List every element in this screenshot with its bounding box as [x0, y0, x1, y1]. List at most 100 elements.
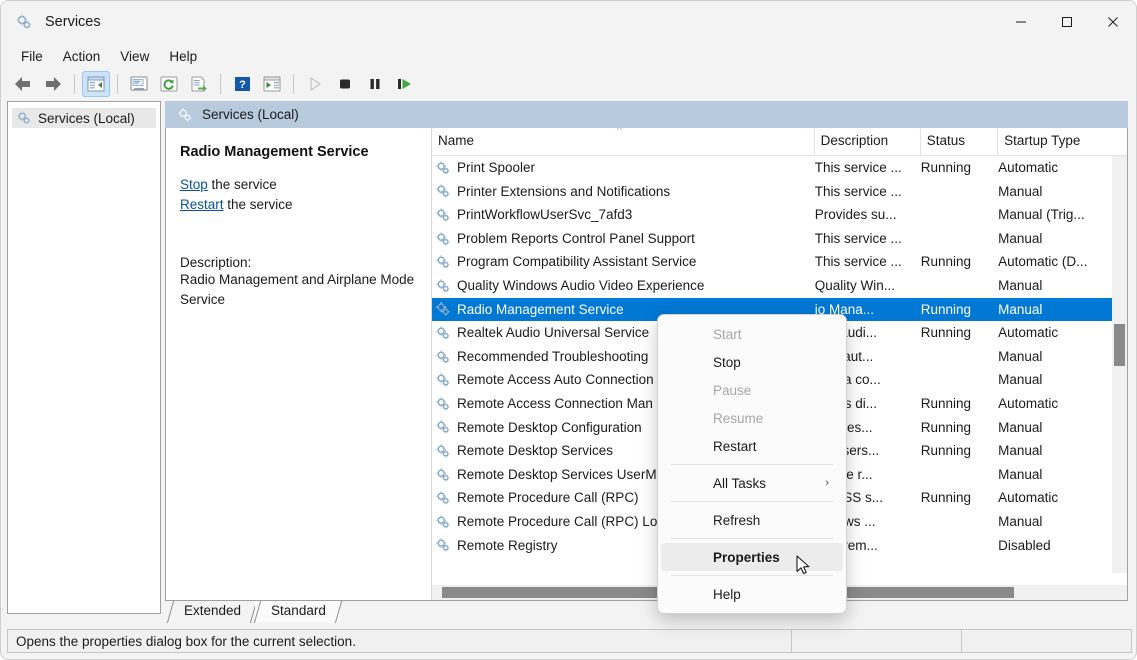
cell-status — [921, 510, 998, 534]
services-gear-icon — [17, 111, 31, 125]
cell-description: This service ... — [814, 160, 902, 175]
cell-startup-type: Manual — [998, 372, 1043, 388]
restart-service-line: Restart the service — [180, 195, 417, 215]
tree-icon — [87, 76, 105, 92]
menu-item-help[interactable]: Help — [159, 46, 207, 67]
cell-startup-type: Manual — [998, 419, 1043, 435]
back-button[interactable] — [9, 71, 37, 97]
status-bar-cell-2 — [961, 629, 1131, 653]
table-row[interactable]: Print Spooler This service ... Running Auto… — [432, 156, 1127, 180]
cell-startup-type: Manual — [998, 443, 1043, 459]
stop-service-button[interactable] — [331, 71, 359, 97]
service-name: Realtek Audio Universal Service — [457, 325, 650, 341]
cell-status — [921, 227, 998, 251]
cell-status — [921, 345, 998, 369]
show-hide-action-pane-button[interactable] — [258, 71, 286, 97]
cell-status — [921, 368, 998, 392]
minimize-button[interactable] — [998, 1, 1044, 43]
menu-item-view[interactable]: View — [110, 46, 159, 67]
table-row[interactable]: Quality Windows Audio Video Experience Qu… — [432, 274, 1127, 298]
column-header-name[interactable]: Name ^ — [432, 128, 815, 156]
context-menu-item-start: Start — [661, 320, 843, 348]
service-gear-icon — [436, 373, 450, 387]
cell-status: Running — [920, 490, 972, 506]
context-menu-item-label: Properties — [713, 549, 780, 565]
service-name: Remote Access Connection Man — [457, 395, 653, 411]
export-list-button[interactable] — [185, 71, 213, 97]
table-row[interactable]: PrintWorkflowUserSvc_7afd3 Provides su...… — [432, 203, 1127, 227]
description-text: Radio Management and Airplane Mode Servi… — [180, 272, 415, 307]
table-row[interactable]: Printer Extensions and Notifications This… — [432, 180, 1127, 204]
column-header-startup-type[interactable]: Startup Type — [998, 128, 1127, 156]
window-title: Services — [45, 14, 101, 30]
show-hide-console-tree-button[interactable] — [82, 71, 110, 97]
service-gear-icon — [436, 467, 450, 481]
restart-service-suffix: the service — [223, 197, 293, 212]
cell-description: This service ... — [814, 183, 902, 199]
help-icon: ? — [234, 77, 250, 91]
stop-service-link[interactable]: Stop — [180, 177, 208, 192]
cell-status: Running — [920, 325, 972, 341]
panes: Services (Local) Services (Local) Radio … — [7, 101, 1132, 628]
column-header-description[interactable]: Description — [815, 128, 921, 156]
context-menu-item-properties[interactable]: Properties — [661, 543, 843, 571]
table-row[interactable]: Program Compatibility Assistant Service T… — [432, 250, 1127, 274]
context-menu-item-all-tasks[interactable]: All Tasks › — [661, 469, 843, 497]
service-name: Quality Windows Audio Video Experience — [457, 277, 705, 293]
cell-name: Printer Extensions and Notifications — [432, 180, 815, 204]
help-button[interactable]: ? — [228, 71, 256, 97]
service-name: Radio Management Service — [457, 301, 624, 317]
properties-button[interactable] — [125, 71, 153, 97]
table-row[interactable]: Problem Reports Control Panel Support Thi… — [432, 227, 1127, 251]
status-bar-text: Opens the properties dialog box for the … — [16, 633, 356, 649]
context-menu-item-stop[interactable]: Stop — [661, 348, 843, 376]
restart-service-button[interactable] — [391, 71, 419, 97]
restart-icon — [398, 79, 411, 89]
list-vertical-scroll-thumb[interactable] — [1114, 324, 1125, 366]
start-service-button[interactable] — [301, 71, 329, 97]
context-menu-item-restart[interactable]: Restart — [661, 432, 843, 460]
service-gear-icon — [436, 491, 450, 505]
tabstrip-fill — [423, 101, 1128, 128]
tab-extended[interactable]: Extended — [168, 601, 255, 623]
service-name: Remote Registry — [457, 537, 558, 553]
service-name: Recommended Troubleshooting — [457, 348, 649, 364]
refresh-icon — [160, 76, 178, 92]
sort-ascending-icon: ^ — [617, 128, 622, 136]
context-menu-item-help[interactable]: Help — [661, 580, 843, 608]
close-button[interactable] — [1090, 1, 1136, 43]
list-vertical-scrollbar[interactable] — [1112, 156, 1127, 573]
menu-item-file[interactable]: File — [11, 46, 53, 67]
tab-standard[interactable]: Standard — [255, 601, 340, 623]
restart-service-link[interactable]: Restart — [180, 197, 224, 212]
cell-status: Running — [920, 443, 972, 459]
cell-status: Running — [920, 395, 972, 411]
service-name: PrintWorkflowUserSvc_7afd3 — [457, 207, 633, 223]
forward-button[interactable] — [39, 71, 67, 97]
cell-status: Running — [920, 254, 972, 270]
forward-icon — [46, 77, 61, 91]
cell-startup-type: Disabled — [998, 537, 1051, 553]
tab-services-local[interactable]: Services (Local) — [165, 101, 423, 128]
cell-status — [921, 534, 998, 558]
tree-item-services-local[interactable]: Services (Local) — [12, 108, 156, 128]
title-bar: Services — [1, 1, 1136, 43]
service-gear-icon — [436, 349, 450, 363]
status-bar: Opens the properties dialog box for the … — [7, 629, 1132, 653]
column-header-status[interactable]: Status — [921, 128, 999, 156]
cell-status — [921, 203, 998, 227]
context-menu-item-refresh[interactable]: Refresh — [661, 506, 843, 534]
tab-label: Services (Local) — [202, 107, 299, 122]
cell-description: Provides su... — [814, 207, 897, 223]
menu-item-action[interactable]: Action — [53, 46, 111, 67]
pause-service-button[interactable] — [361, 71, 389, 97]
maximize-button[interactable] — [1044, 1, 1090, 43]
svg-text:?: ? — [239, 79, 246, 91]
description-label: Description: — [180, 255, 252, 270]
service-name: Print Spooler — [457, 160, 536, 175]
list-header: Name ^ Description Status Startup Type — [432, 128, 1127, 156]
cell-status: Running — [920, 301, 972, 317]
cell-name: Quality Windows Audio Video Experience — [432, 274, 815, 298]
pane-tabstrip: Services (Local) — [165, 101, 1128, 128]
refresh-button[interactable] — [155, 71, 183, 97]
